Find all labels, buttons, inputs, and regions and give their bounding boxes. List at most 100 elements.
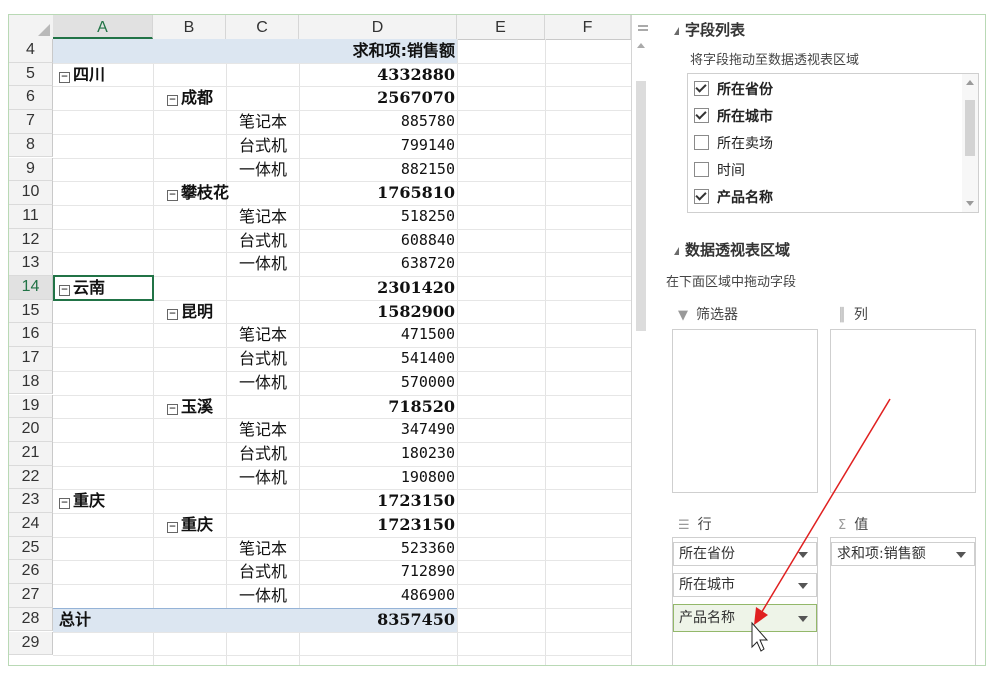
pivot-row[interactable]: 台式机 712890 [53,560,631,584]
column-header-c[interactable]: C [226,15,299,39]
sales-value-cell[interactable]: 799140 [299,134,455,158]
sales-value-cell[interactable]: 1765810 [299,181,455,205]
row-header[interactable]: 24 [9,513,53,537]
pivot-row[interactable]: 笔记本 885780 [53,110,631,134]
collapse-toggle-icon[interactable]: − [167,522,178,533]
row-header[interactable]: 12 [9,228,53,253]
row-header[interactable]: 29 [9,631,53,656]
sales-value-cell[interactable]: 2301420 [299,276,455,300]
sales-value-cell[interactable]: 8357450 [299,608,455,632]
product-cell[interactable]: 一体机 [239,252,287,276]
city-cell[interactable]: − 成都 [167,86,213,110]
pivot-row[interactable]: 一体机 882150 [53,158,631,182]
row-header[interactable]: 10 [9,181,53,205]
product-cell[interactable]: 笔记本 [239,205,287,229]
row-header[interactable]: 14 [9,276,53,300]
pivot-row[interactable]: − 玉溪 718520 [53,395,631,419]
product-cell[interactable]: 台式机 [239,442,287,466]
pivot-row[interactable]: 笔记本 471500 [53,323,631,347]
pivot-row[interactable]: − 重庆 1723150 [53,513,631,537]
row-header[interactable]: 21 [9,441,53,466]
row-header[interactable]: 5 [9,62,53,87]
pivot-row[interactable] [53,632,631,656]
collapse-toggle-icon[interactable]: − [167,95,178,107]
row-header[interactable]: 25 [9,536,53,561]
spreadsheet-grid[interactable]: A B C D E F 4 求和项:销售额 5− 四川 4332880 6 − 成都 25670… [9,15,631,665]
column-header-f[interactable]: F [545,15,631,39]
city-cell[interactable]: − 重庆 [167,513,213,537]
sales-value-cell[interactable]: 523360 [299,537,455,561]
row-header[interactable]: 27 [9,584,53,608]
row-header[interactable]: 8 [9,133,53,158]
row-header[interactable]: 19 [9,394,53,419]
sales-value-cell[interactable]: 2567070 [299,86,455,110]
product-cell[interactable]: 笔记本 [239,323,287,347]
pivot-row[interactable]: − 重庆 1723150 [53,489,631,513]
sales-value-cell[interactable]: 471500 [299,323,455,347]
sales-value-cell[interactable]: 541400 [299,347,455,371]
product-cell[interactable]: 一体机 [239,584,287,608]
column-header-b[interactable]: B [153,15,226,39]
sales-value-cell[interactable]: 885780 [299,110,455,134]
sales-value-cell[interactable]: 190800 [299,466,455,490]
row-header[interactable]: 7 [9,110,53,134]
sales-value-cell[interactable]: 180230 [299,442,455,466]
province-cell[interactable]: − 四川 [59,63,105,87]
row-header[interactable]: 22 [9,465,53,490]
province-cell[interactable]: 总计 [59,608,91,632]
row-header[interactable]: 23 [9,489,53,513]
pivot-row[interactable]: − 昆明 1582900 [53,300,631,324]
collapse-toggle-icon[interactable]: − [167,308,178,320]
collapse-toggle-icon[interactable]: − [59,71,70,83]
column-header-a[interactable]: A [53,15,153,39]
row-header[interactable]: 13 [9,252,53,276]
product-cell[interactable]: 一体机 [239,466,287,490]
collapse-toggle-icon[interactable]: − [59,498,70,510]
sales-value-cell[interactable]: 1723150 [299,489,455,513]
city-cell[interactable]: − 昆明 [167,300,213,324]
row-header[interactable]: 6 [9,86,53,111]
sales-value-cell[interactable]: 347490 [299,418,455,442]
pivot-row[interactable]: 一体机 190800 [53,466,631,490]
row-header[interactable]: 26 [9,560,53,585]
pivot-total-row[interactable]: 总计 8357450 [53,607,631,633]
sales-value-cell[interactable]: 608840 [299,229,455,253]
sales-value-cell[interactable]: 4332880 [299,63,455,87]
pivot-header-row[interactable]: 求和项:销售额 [53,39,631,63]
sales-value-cell[interactable]: 1582900 [299,300,455,324]
pivot-row[interactable]: − 成都 2567070 [53,86,631,110]
select-all-corner[interactable] [9,15,54,39]
sales-value-cell[interactable]: 518250 [299,205,455,229]
pivot-row[interactable]: 笔记本 518250 [53,205,631,229]
product-cell[interactable]: 台式机 [239,134,287,158]
pivot-row[interactable]: 笔记本 523360 [53,537,631,561]
row-header[interactable]: 4 [9,39,53,63]
row-header[interactable]: 28 [9,607,53,632]
sales-value-cell[interactable]: 712890 [299,560,455,584]
collapse-toggle-icon[interactable]: − [167,403,178,415]
column-header-e[interactable]: E [457,15,545,39]
city-cell[interactable]: − 玉溪 [167,395,213,419]
pivot-row[interactable]: 台式机 541400 [53,347,631,371]
row-header[interactable]: 20 [9,418,53,442]
pivot-row[interactable]: 一体机 486900 [53,584,631,608]
sales-value-cell[interactable]: 570000 [299,371,455,395]
product-cell[interactable]: 台式机 [239,347,287,371]
product-cell[interactable]: 台式机 [239,229,287,253]
product-cell[interactable]: 笔记本 [239,110,287,134]
value-field-header[interactable]: 求和项:销售额 [53,39,455,63]
product-cell[interactable]: 笔记本 [239,537,287,561]
row-header[interactable]: 9 [9,157,53,182]
pivot-row[interactable]: 台式机 180230 [53,442,631,466]
city-cell[interactable]: − 攀枝花 [167,181,229,205]
pivot-row[interactable]: − 四川 4332880 [53,63,631,87]
collapse-toggle-icon[interactable]: − [167,190,178,202]
sales-value-cell[interactable]: 1723150 [299,513,455,537]
product-cell[interactable]: 一体机 [239,371,287,395]
pivot-row[interactable]: 一体机 638720 [53,252,631,276]
pivot-row[interactable]: − 攀枝花 1765810 [53,181,631,205]
pivot-row[interactable]: 一体机 570000 [53,371,631,395]
column-header-d[interactable]: D [299,15,457,39]
row-header[interactable]: 15 [9,299,53,324]
product-cell[interactable]: 一体机 [239,158,287,182]
